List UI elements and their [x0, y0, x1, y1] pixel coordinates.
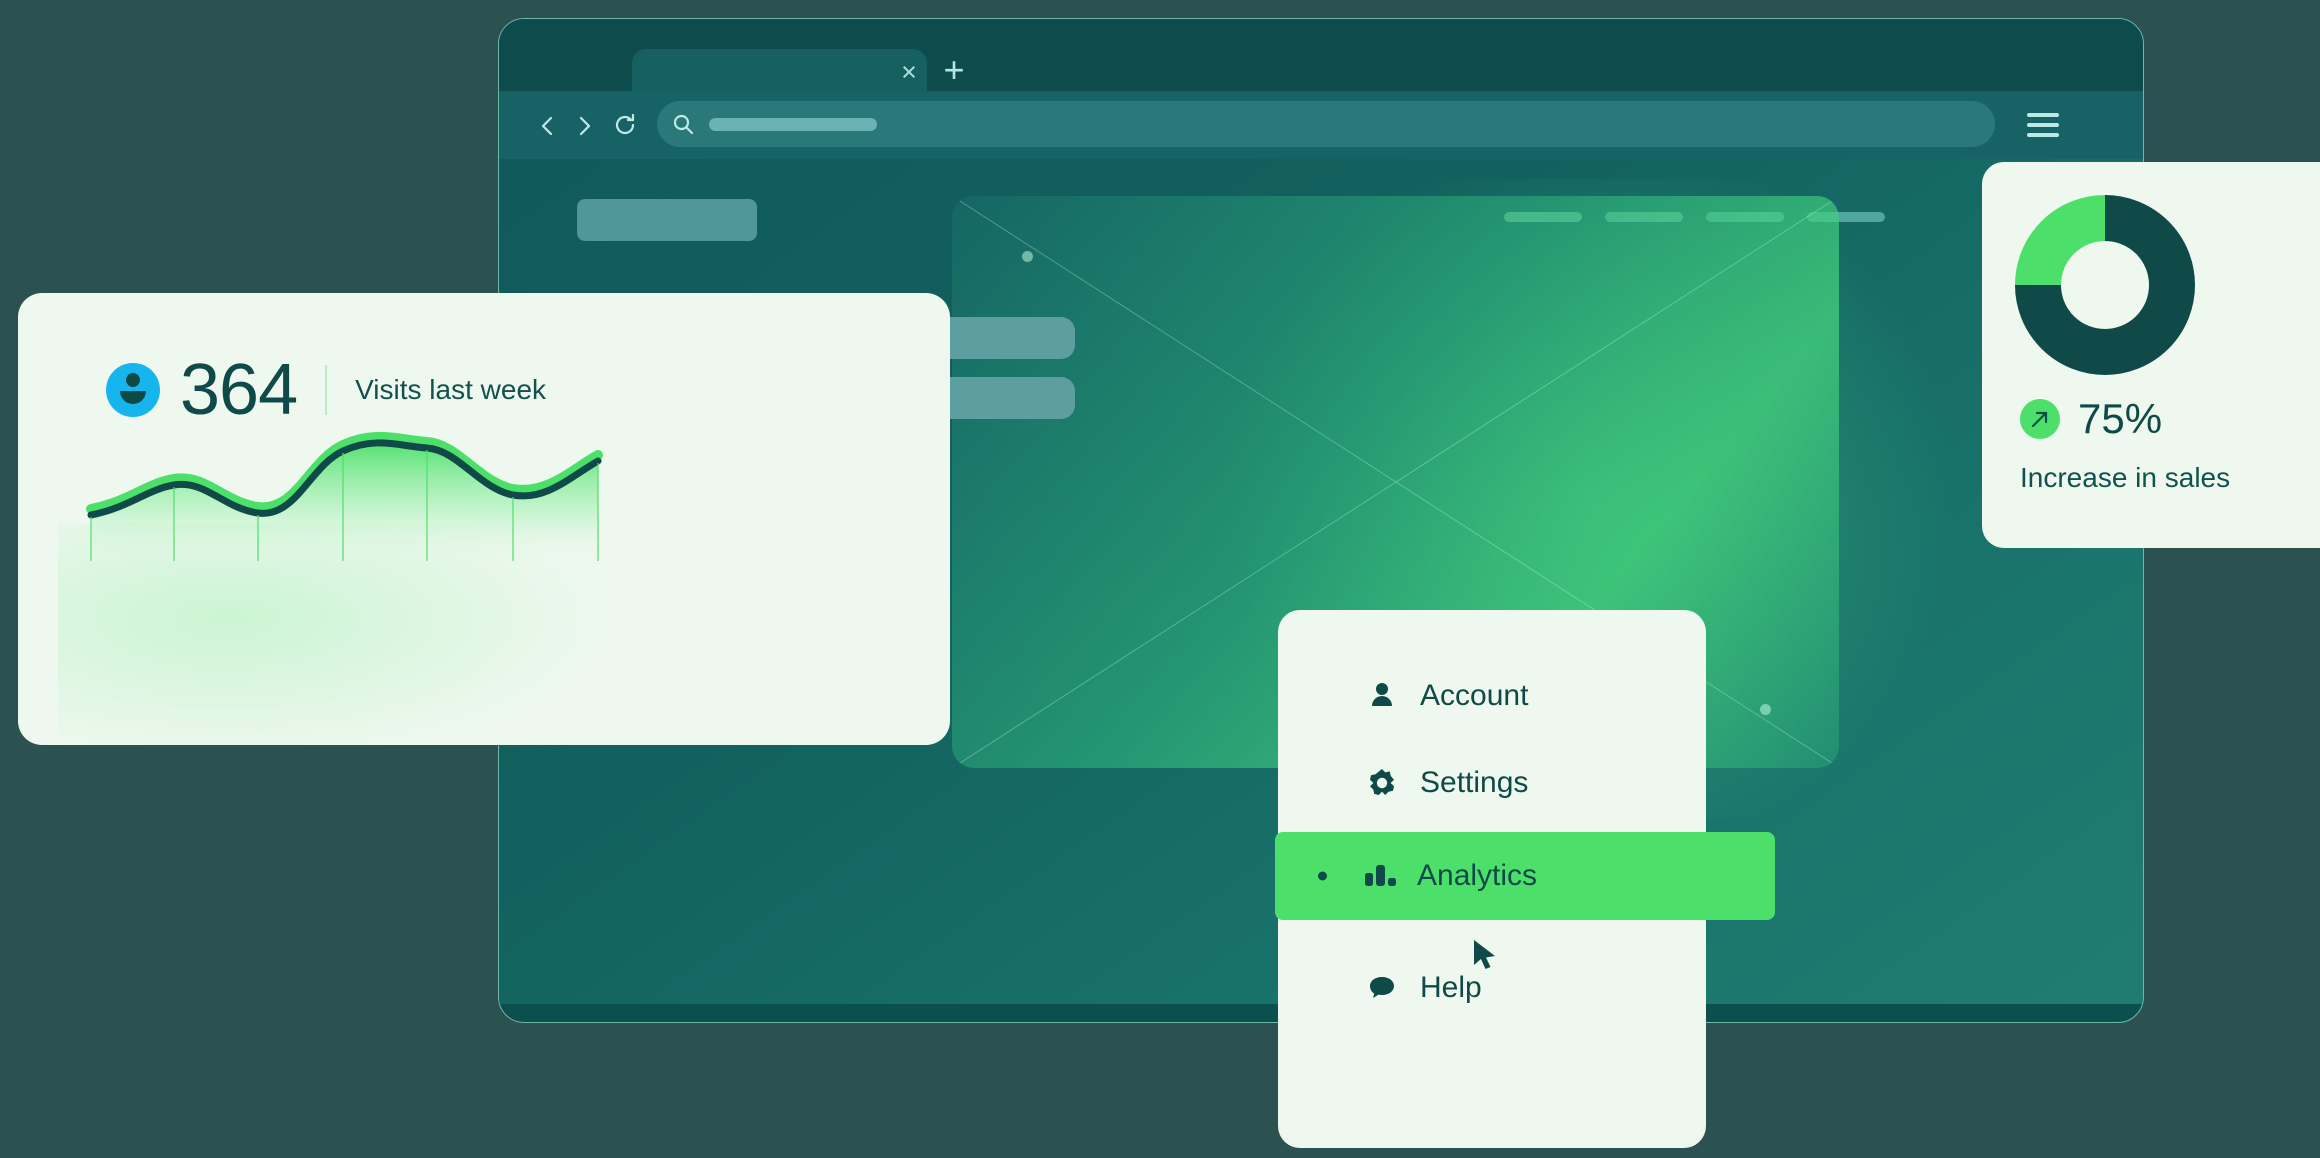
menu-item-label: Analytics — [1417, 859, 1538, 892]
menu-item-label: Help — [1420, 971, 1482, 1004]
sales-stat: 75% — [2020, 398, 2162, 440]
panel-dot — [1760, 704, 1771, 715]
menu-item-label: Account — [1420, 679, 1529, 712]
new-tab-icon[interactable]: + — [937, 52, 971, 88]
sales-caption: Increase in sales — [2020, 462, 2231, 493]
bar-chart-icon — [1363, 860, 1396, 892]
illustration-stage: × + 364 Visits last week 75% Increase in… — [0, 0, 2320, 1158]
sales-percent: 75% — [2078, 395, 2163, 442]
context-menu: Account Settings Analytics Help — [1275, 610, 1775, 1148]
menu-item-account[interactable]: Account — [1278, 666, 1706, 726]
donut-chart — [2014, 194, 2196, 381]
search-icon — [671, 112, 695, 136]
chevron-right-icon[interactable] — [571, 113, 597, 139]
chevron-left-icon[interactable] — [535, 113, 561, 139]
active-indicator-dot — [1318, 871, 1327, 881]
address-bar[interactable] — [657, 101, 1995, 147]
reload-icon[interactable] — [611, 111, 637, 137]
browser-toolbar — [499, 91, 2143, 159]
close-icon[interactable]: × — [895, 59, 923, 87]
sales-card: 75% Increase in sales — [1982, 162, 2320, 548]
menu-item-settings[interactable]: Settings — [1278, 753, 1706, 813]
chart-area-fill — [91, 442, 598, 561]
arrow-up-right-icon — [2020, 399, 2060, 439]
panel-dot — [1022, 251, 1033, 262]
menu-item-label: Settings — [1420, 766, 1529, 799]
site-logo-placeholder[interactable] — [577, 199, 757, 241]
address-bar-placeholder — [709, 118, 877, 131]
menu-item-analytics[interactable]: Analytics — [1275, 832, 1775, 920]
chat-bubble-icon — [1366, 972, 1398, 1004]
user-icon — [1366, 680, 1398, 712]
mouse-pointer-icon — [1472, 938, 1502, 976]
hamburger-menu-icon[interactable] — [2027, 113, 2059, 137]
gear-icon — [1366, 767, 1398, 799]
visits-area-chart — [86, 431, 603, 561]
visits-card: 364 Visits last week — [18, 293, 950, 745]
browser-tabstrip: × + — [499, 19, 2143, 109]
